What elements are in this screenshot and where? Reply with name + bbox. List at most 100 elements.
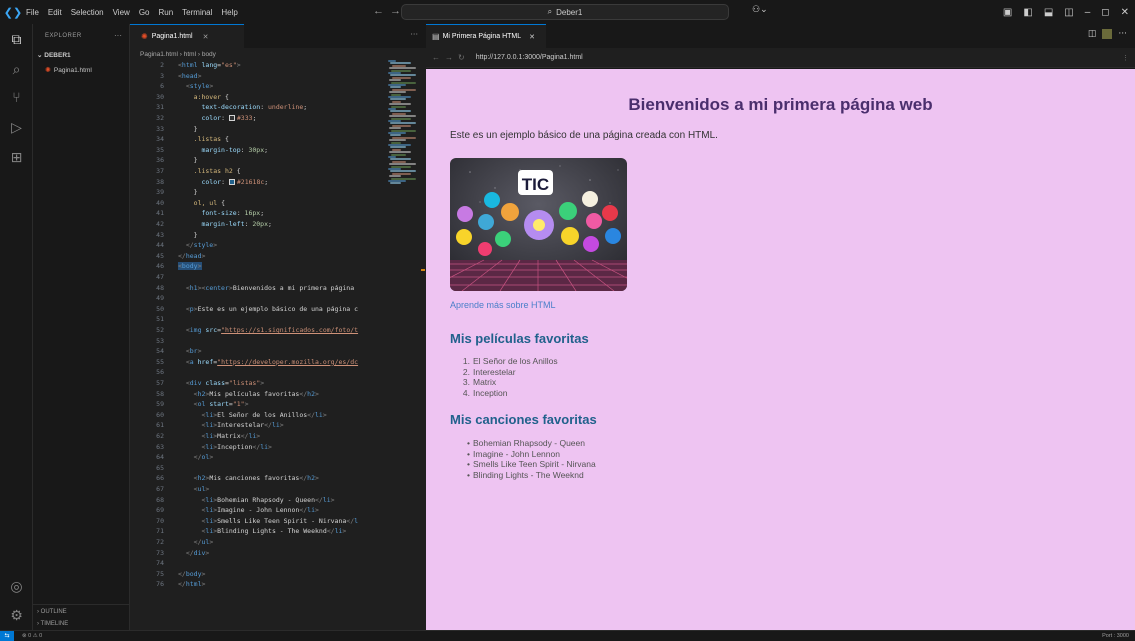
code-line[interactable]: 40 ol, ul { [130,199,386,210]
code-line[interactable]: 46 <body> [130,262,386,273]
code-line[interactable]: 53 [130,337,386,348]
explorer-icon[interactable]: ⧉ [0,32,33,48]
menu-edit[interactable]: Edit [48,8,62,17]
code-line[interactable]: 37 .listas h2 { [130,167,386,178]
menu-help[interactable]: Help [221,8,237,17]
more-actions-icon[interactable]: ··· [410,30,418,39]
browser-nav-icons[interactable]: ←→↻ [432,53,470,62]
menu-terminal[interactable]: Terminal [182,8,212,17]
code-line[interactable]: 6 <style> [130,82,386,93]
code-line[interactable]: 50 <p>Este es un ejemplo básico de una p… [130,305,386,316]
code-line[interactable]: 34 .listas { [130,135,386,146]
copilot-icon[interactable] [1102,29,1113,39]
code-line[interactable]: 65 [130,464,386,475]
tab-pagina1[interactable]: ✺ Pagina1.html ✕ [130,24,244,48]
menu-file[interactable]: File [26,8,39,17]
more-actions-icon[interactable]: ··· [1118,29,1127,39]
tab-browser[interactable]: ▤ Mi Primera Página HTML ✕ [426,24,546,48]
code-line[interactable]: 33 } [130,125,386,136]
menu-go[interactable]: Go [139,8,150,17]
code-line[interactable]: 57 <div class="listas"> [130,379,386,390]
menu-run[interactable]: Run [158,8,173,17]
code-line[interactable]: 3 <head> [130,72,386,83]
code-line[interactable]: 60 <li>El Señor de los Anillos</li> [130,411,386,422]
code-line[interactable]: 69 <li>Imagine - John Lennon</li> [130,506,386,517]
code-line[interactable]: 76 </html> [130,580,386,591]
search-icon[interactable]: ⌕ [0,62,33,78]
breadcrumb-item[interactable]: body [202,51,216,58]
code-line[interactable]: 64 </ol> [130,453,386,464]
code-line[interactable]: 32 color: #333; [130,114,386,125]
html-link[interactable]: Aprende más sobre HTML [450,300,556,310]
gear-icon[interactable]: ⚙ [0,608,33,624]
code-line[interactable]: 48 <h1><center>Bienvenidos a mi primera … [130,284,386,295]
code-line[interactable]: 58 <h2>Mis películas favoritas</h2> [130,390,386,401]
url-input[interactable]: http://127.0.0.1:3000/Pagina1.html [476,54,583,61]
outline-section[interactable]: › OUTLINE [37,609,67,615]
code-line[interactable]: 47 [130,273,386,284]
code-line[interactable]: 72 </ul> [130,538,386,549]
layout-icon[interactable]: ▣ [1003,7,1012,18]
code-line[interactable]: 31 text-decoration: underline; [130,103,386,114]
extensions-icon[interactable]: ⊞ [0,150,33,166]
code-line[interactable]: 2 <html lang="es"> [130,61,386,72]
code-line[interactable]: 67 <ul> [130,485,386,496]
code-line[interactable]: 41 font-size: 16px; [130,209,386,220]
code-line[interactable]: 45 </head> [130,252,386,263]
code-line[interactable]: 54 <br> [130,347,386,358]
file-pagina1[interactable]: ✺ Pagina1.html [45,66,92,74]
code-line[interactable]: 43 } [130,231,386,242]
more-actions-icon[interactable]: ⋮ [1122,54,1129,62]
source-control-icon[interactable]: ⑂ [0,90,33,106]
code-line[interactable]: 52 <img src="https://s1.significados.com… [130,326,386,337]
breadcrumb-item[interactable]: html [184,51,196,58]
code-line[interactable]: 63 <li>Inception</li> [130,443,386,454]
run-debug-icon[interactable]: ▷ [0,120,33,136]
code-line[interactable]: 62 <li>Matrix</li> [130,432,386,443]
menu-selection[interactable]: Selection [71,8,104,17]
code-line[interactable]: 55 <a href="https://developer.mozilla.or… [130,358,386,369]
close-icon[interactable]: ✕ [203,33,209,41]
problems-indicator[interactable]: ⊗ 0 ⚠ 0 [22,633,42,639]
toggle-secondary-icon[interactable]: ◫ [1064,7,1073,18]
breadcrumb-item[interactable]: Pagina1.html [140,51,178,58]
account-icon[interactable]: ◎ [0,579,33,595]
code-line[interactable]: 56 [130,368,386,379]
live-server-port[interactable]: Port : 3000 [1102,633,1129,639]
close-button[interactable]: ✕ [1121,7,1129,18]
code-line[interactable]: 30 a:hover { [130,93,386,104]
code-line[interactable]: 59 <ol start="1"> [130,400,386,411]
toggle-sidebar-icon[interactable]: ◧ [1023,7,1032,18]
code-line[interactable]: 74 [130,559,386,570]
minimize-button[interactable]: – [1085,7,1091,18]
more-actions-icon[interactable]: ··· [114,31,122,40]
minimap-line [389,103,411,106]
code-line[interactable]: 51 [130,315,386,326]
code-line[interactable]: 36 } [130,156,386,167]
timeline-section[interactable]: › TIMELINE [37,621,68,627]
code-line[interactable]: 49 [130,294,386,305]
maximize-button[interactable]: ◻ [1101,7,1109,18]
code-line[interactable]: 42 margin-left: 20px; [130,220,386,231]
copilot-icon[interactable]: ⚇⌄ [752,4,768,15]
code-line[interactable]: 75 </body> [130,570,386,581]
code-line[interactable]: 70 <li>Smells Like Teen Spirit - Nirvana… [130,517,386,528]
code-line[interactable]: 39 } [130,188,386,199]
code-line[interactable]: 44 </style> [130,241,386,252]
minimap[interactable] [388,60,420,190]
menu-view[interactable]: View [113,8,130,17]
code-line[interactable]: 68 <li>Bohemian Rhapsody - Queen</li> [130,496,386,507]
title-bar: ❮❯ File Edit Selection View Go Run Terminal Hel… [0,0,1135,24]
code-line[interactable]: 38 color: #21618c; [130,178,386,189]
close-icon[interactable]: ✕ [529,33,535,41]
code-line[interactable]: 71 <li>Blinding Lights - The Weeknd</li> [130,527,386,538]
folder-deber1[interactable]: ⌄ DEBER1 [37,51,71,59]
code-line[interactable]: 73 </div> [130,549,386,560]
split-editor-icon[interactable]: ◫ [1088,29,1097,39]
command-center[interactable]: ⌕ Deber1 [401,4,729,20]
toggle-panel-icon[interactable]: ⬓ [1044,7,1053,18]
remote-icon[interactable]: ⇆ [0,631,14,641]
code-line[interactable]: 66 <h2>Mis canciones favoritas</h2> [130,474,386,485]
code-line[interactable]: 61 <li>Interestelar</li> [130,421,386,432]
code-line[interactable]: 35 margin-top: 30px; [130,146,386,157]
